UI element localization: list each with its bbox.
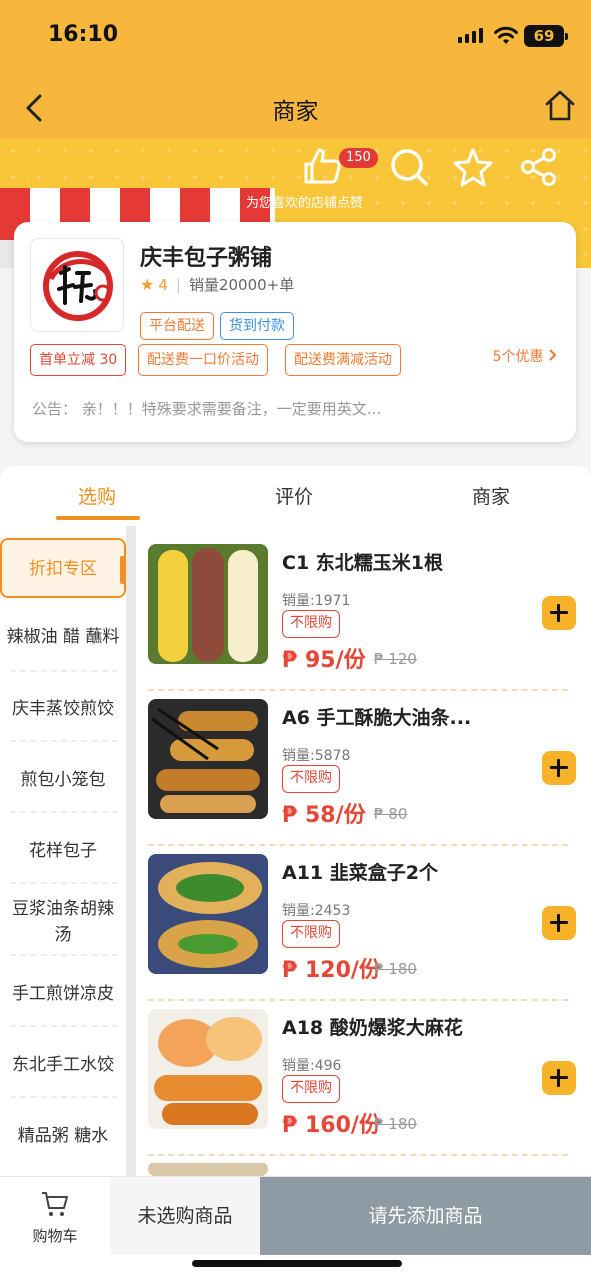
promo-flat-delivery: 配送费一口价活动 [138, 344, 268, 376]
shop-rating: ★ 4 | 销量20000+单 [140, 274, 294, 295]
product-name: A11 韭菜盒子2个 [282, 862, 438, 884]
product-name: A6 手工酥脆大油条... [282, 707, 472, 729]
home-icon[interactable] [544, 89, 576, 123]
notice-text: 亲！！！特殊要求需要备注，一定要用英文... [81, 400, 382, 418]
tag-platform-delivery: 平台配送 [140, 312, 214, 340]
category-boiled-dumplings[interactable]: 东北手工水饺 [0, 1052, 126, 1078]
sidebar-divider [126, 526, 136, 1176]
promo-delivery-discount: 配送费满减活动 [285, 344, 401, 376]
product-name: C1 东北糯玉米1根 [282, 552, 443, 574]
original-price: ₱ 120 [374, 650, 417, 668]
category-pancakes[interactable]: 手工煎饼凉皮 [0, 981, 126, 1007]
add-to-cart-button[interactable] [542, 906, 576, 940]
tab-merchant[interactable]: 商家 [472, 482, 510, 509]
rating-value: 4 [158, 275, 168, 294]
chevron-right-icon [549, 349, 557, 361]
product-image-corn [148, 544, 268, 664]
home-indicator [192, 1260, 402, 1267]
category-sidebar: 折扣专区 辣椒油 醋 蘸料 庆丰蒸饺煎饺 煎包小笼包 花样包子 豆浆油条胡辣汤 … [0, 526, 126, 1176]
tab-bar: 选购 评价 商家 [0, 466, 591, 526]
product-item[interactable]: A18 酸奶爆浆大麻花 销量:496 不限购 ₱ 160/份 ₱ 180 [136, 991, 591, 1146]
cellular-signal-icon [458, 28, 483, 43]
like-count-badge: 150 [339, 148, 378, 168]
add-to-cart-button[interactable] [542, 596, 576, 630]
notice-label: 公告： [32, 400, 78, 418]
product-sales: 销量:1971 [282, 593, 351, 609]
product-image-leek-pocket [148, 854, 268, 974]
product-image-partial [148, 1162, 268, 1176]
divider: | [175, 275, 181, 294]
like-hint-text: 为您喜欢的店铺点赞 [246, 196, 364, 211]
category-soymilk[interactable]: 豆浆油条胡辣汤 [0, 896, 126, 948]
shop-logo [30, 238, 124, 332]
category-discount[interactable]: 折扣专区 [0, 556, 126, 582]
product-name: A18 酸奶爆浆大麻花 [282, 1017, 463, 1039]
tab-reviews[interactable]: 评价 [275, 482, 313, 509]
shop-name: 庆丰包子粥铺 [140, 246, 273, 271]
page-title: 商家 [272, 99, 319, 125]
promotions-link[interactable]: 5个优惠 [493, 346, 558, 366]
status-time: 16:10 [48, 22, 119, 47]
original-price: ₱ 180 [374, 960, 417, 978]
original-price: ₱ 180 [374, 1115, 417, 1133]
product-image-youtiao [148, 699, 268, 819]
cart-label: 购物车 [32, 1227, 78, 1245]
checkout-button[interactable]: 请先添加商品 [260, 1177, 591, 1255]
product-price: ₱ 120/份 [282, 958, 381, 983]
product-list: C1 东北糯玉米1根 销量:1971 不限购 ₱ 95/份 ₱ 120 A6 手… [136, 526, 591, 1176]
product-price: ₱ 58/份 [282, 803, 366, 828]
like-icon[interactable] [300, 144, 344, 188]
no-limit-badge: 不限购 [282, 610, 340, 638]
search-icon[interactable] [388, 146, 430, 188]
product-price: ₱ 95/份 [282, 648, 366, 673]
shop-info-card: 庆丰包子粥铺 ★ 4 | 销量20000+单 平台配送 货到付款 首单立减 30… [14, 222, 576, 442]
category-fancy-buns[interactable]: 花样包子 [0, 838, 126, 864]
original-price: ₱ 80 [374, 805, 408, 823]
star-favorite-icon[interactable] [452, 146, 494, 188]
add-to-cart-button[interactable] [542, 1061, 576, 1095]
active-tab-indicator [56, 516, 140, 520]
shop-sales: 销量20000+单 [188, 276, 295, 294]
product-item[interactable]: C1 东北糯玉米1根 销量:1971 不限购 ₱ 95/份 ₱ 120 [136, 526, 591, 681]
add-to-cart-button[interactable] [542, 751, 576, 785]
promo-first-order: 首单立减 30 [30, 344, 127, 376]
product-image-mahua [148, 1009, 268, 1129]
wifi-icon [494, 26, 518, 44]
cart-button[interactable]: 购物车 [0, 1177, 110, 1255]
category-porridge[interactable]: 精品粥 糖水 [0, 1123, 126, 1149]
category-buns[interactable]: 煎包小笼包 [0, 767, 126, 793]
product-sales: 销量:2453 [282, 903, 351, 919]
tag-cash-on-delivery: 货到付款 [220, 312, 294, 340]
status-bar: 16:10 69 [0, 0, 591, 78]
no-limit-badge: 不限购 [282, 1075, 340, 1103]
no-limit-badge: 不限购 [282, 765, 340, 793]
tab-shop-items[interactable]: 选购 [78, 482, 116, 509]
nav-bar: 商家 [0, 78, 591, 138]
star-icon: ★ [140, 275, 155, 294]
no-limit-badge: 不限购 [282, 920, 340, 948]
cart-summary: 未选购商品 [110, 1177, 260, 1255]
category-sauces[interactable]: 辣椒油 醋 蘸料 [0, 624, 126, 650]
shopping-cart-icon [42, 1192, 68, 1216]
category-dumplings[interactable]: 庆丰蒸饺煎饺 [0, 696, 126, 722]
product-sales: 销量:5878 [282, 748, 351, 764]
product-item[interactable]: A11 韭菜盒子2个 销量:2453 不限购 ₱ 120/份 ₱ 180 [136, 836, 591, 991]
product-item[interactable]: A6 手工酥脆大油条... 销量:5878 不限购 ₱ 58/份 ₱ 80 [136, 681, 591, 836]
shop-notice[interactable]: 公告： 亲！！！特殊要求需要备注，一定要用英文... [32, 398, 562, 419]
product-price: ₱ 160/份 [282, 1113, 381, 1138]
battery-icon: 69 [524, 25, 568, 47]
product-sales: 销量:496 [282, 1058, 342, 1074]
share-icon[interactable] [518, 146, 560, 188]
